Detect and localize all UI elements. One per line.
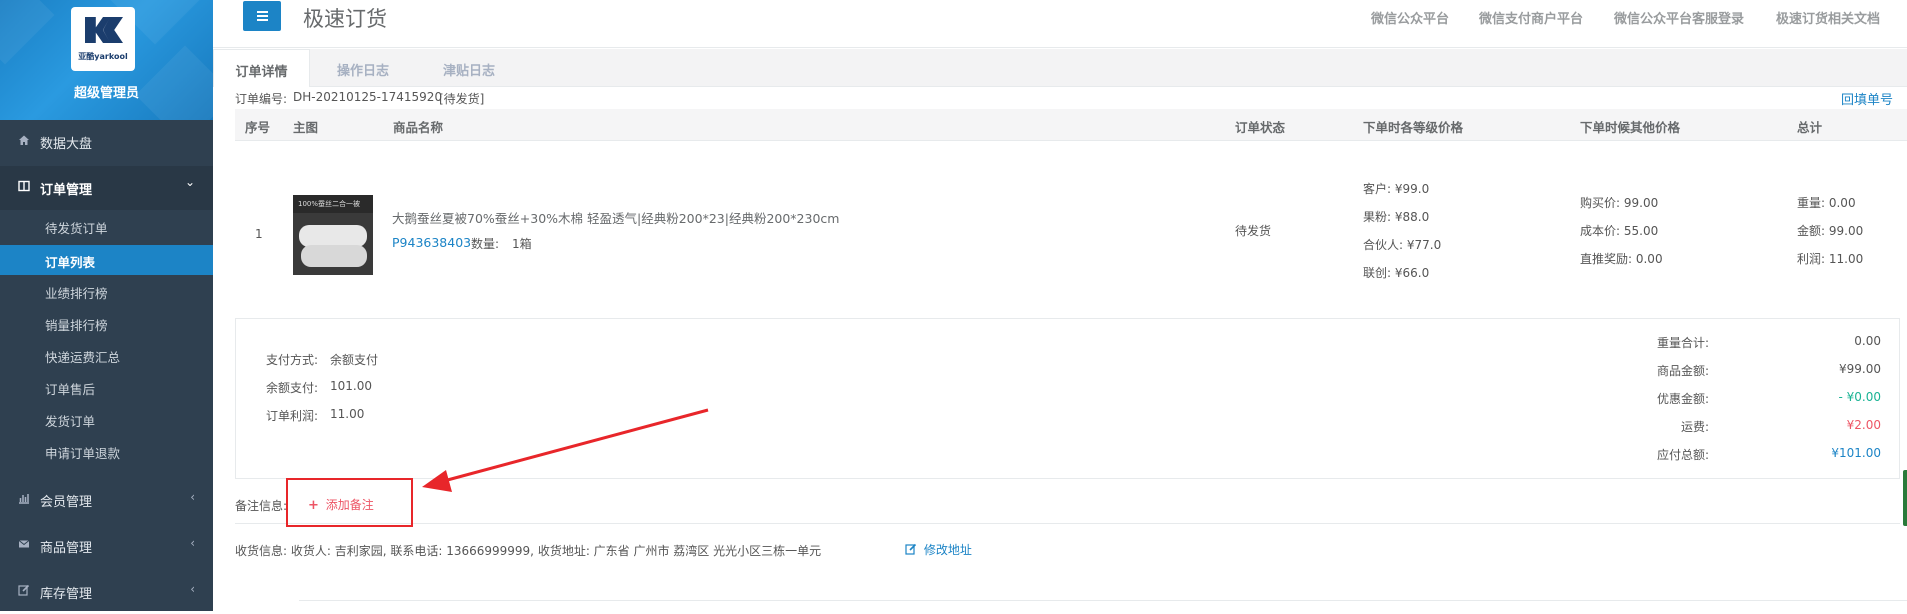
link-wechat-pay-merchant[interactable]: 微信支付商户平台 [1479,8,1583,27]
column-header: 下单时候其他价格 [1580,120,1681,135]
row-total: 利润: 11.00 [1797,252,1864,266]
summary-label: 优惠金额: [1656,392,1709,406]
summary-label: 应付总额: [1656,448,1709,462]
summary-label: 余额支付: [266,381,319,395]
sidebar-item-label: 库存管理 [40,587,93,602]
user-role: 超级管理员 [73,86,139,101]
summary-label: 订单利润: [266,409,319,423]
row-total: 金额: 99.00 [1797,224,1864,238]
tab-allowance-log[interactable]: 津贴日志 [416,49,522,87]
sidebar-item-products[interactable]: 商品管理 ‹ [0,524,213,568]
tab-bar: 订单详情 操作日志 津贴日志 [213,49,1907,87]
order-number: DH-20210125-17415920 [293,90,443,104]
annotation-highlight-box [286,478,413,527]
divider [235,523,1900,524]
divider [299,600,1907,601]
row-order-status: 待发货 [1235,224,1272,238]
sidebar: 亚酷yarkool 超级管理员 数据大盘 订单管理 ⌄ 待发货订单 订单列表 业… [0,0,213,611]
top-navbar: 极速订货 微信公众平台 微信支付商户平台 微信公众平台客服登录 极速订货相关文档 [213,0,1907,48]
quantity-label: 数量: [471,237,500,251]
sidebar-subitem-pending[interactable]: 待发货订单 [0,211,213,241]
sidebar-subitem-order-list[interactable]: 订单列表 [0,245,213,275]
backfill-tracking-link[interactable]: 回填单号 [1841,89,1893,108]
summary-total-payable: ¥101.00 [1831,446,1881,460]
order-number-label: 订单编号: [235,92,288,106]
columns-icon [18,180,30,192]
edit-address-link[interactable]: 修改地址 [905,541,972,558]
brand-logo: 亚酷yarkool [71,7,135,71]
column-header: 序号 [245,120,271,135]
sidebar-item-label: 会员管理 [40,495,93,510]
level-price: 果粉: ¥88.0 [1363,210,1430,224]
product-name: 大鹅蚕丝夏被70%蚕丝+30%木棉 轻盈透气|经典粉200*23|经典粉200*… [392,211,840,226]
summary-label: 重量合计: [1656,336,1709,350]
shipping-info: 收货信息: 收货人: 吉利家园, 联系电话: 13666999999, 收货地址… [235,544,822,558]
link-wechat-customer-service[interactable]: 微信公众平台客服登录 [1614,8,1744,27]
summary-label: 支付方式: [266,353,319,367]
edit-icon [18,584,30,596]
summary-discount: - ¥0.00 [1838,390,1882,404]
bar-chart-icon [19,494,29,504]
sidebar-item-label: 商品管理 [40,541,93,556]
summary-label: 运费: [1680,420,1709,434]
edit-address-label: 修改地址 [923,543,972,557]
product-thumbnail[interactable]: 100%蚕丝二合一被 [293,195,373,275]
summary-label: 商品金额: [1656,364,1709,378]
summary-goods-amount: ¥99.00 [1839,362,1881,376]
remark-label: 备注信息: [235,499,288,513]
summary-weight-value: 0.00 [1854,334,1881,348]
sidebar-subitem-after-sales[interactable]: 订单售后 [0,372,213,402]
table-header: 序号 主图 商品名称 订单状态 下单时各等级价格 下单时候其他价格 总计 [235,109,1907,141]
sidebar-item-orders[interactable]: 订单管理 ⌄ [0,166,213,210]
tab-operation-log[interactable]: 操作日志 [310,49,416,87]
order-detail-panel: 订单编号: DH-20210125-17415920 [待发货] 回填单号 序号… [213,87,1907,611]
row-index: 1 [255,227,263,241]
sidebar-item-label: 数据大盘 [40,137,93,152]
column-header: 下单时各等级价格 [1363,120,1464,135]
tab-order-detail[interactable]: 订单详情 [213,49,310,87]
column-header: 主图 [293,120,319,135]
column-header: 总计 [1797,120,1823,135]
other-price: 购买价: 99.00 [1580,196,1659,210]
sidebar-profile: 亚酷yarkool 超级管理员 [0,0,213,120]
other-price: 直推奖励: 0.00 [1580,252,1663,266]
payment-summary: 支付方式: 余额支付 余额支付: 101.00 订单利润: 11.00 重量合计… [235,318,1900,479]
link-wechat-platform[interactable]: 微信公众平台 [1371,8,1449,27]
order-status-tag: [待发货] [439,92,485,106]
summary-value: 101.00 [330,379,372,393]
sidebar-item-label: 订单管理 [40,183,93,198]
product-sku-link[interactable]: P943638403 [392,235,471,250]
column-header: 商品名称 [393,120,444,135]
envelope-icon [18,540,30,548]
sidebar-item-dashboard[interactable]: 数据大盘 [0,120,213,164]
chevron-left-icon: ‹ [190,490,195,504]
row-total: 重量: 0.00 [1797,196,1856,210]
summary-value: 余额支付 [330,353,379,367]
menu-toggle-button[interactable] [243,1,281,31]
level-price: 联创: ¥66.0 [1363,266,1430,280]
page-title: 极速订货 [303,7,387,31]
sidebar-subitem-sales-rank[interactable]: 销量排行榜 [0,308,213,338]
home-icon [19,135,29,145]
level-price: 客户: ¥99.0 [1363,182,1430,196]
chevron-left-icon: ‹ [190,536,195,550]
link-docs[interactable]: 极速订货相关文档 [1776,8,1880,27]
summary-value: 11.00 [330,407,365,421]
main-content: 订单详情 操作日志 津贴日志 订单编号: DH-20210125-1741592… [213,49,1907,611]
chevron-down-icon: ⌄ [184,175,195,189]
sidebar-subitem-freight-summary[interactable]: 快递运费汇总 [0,340,213,370]
chevron-left-icon: ‹ [190,582,195,596]
side-scroll-handle[interactable] [1903,470,1907,526]
other-price: 成本价: 55.00 [1580,224,1659,238]
quantity-value: 1箱 [512,237,532,251]
sidebar-subitem-shipped[interactable]: 发货订单 [0,404,213,434]
sidebar-item-inventory[interactable]: 库存管理 ‹ [0,570,213,614]
sidebar-subitem-performance-rank[interactable]: 业绩排行榜 [0,276,213,306]
summary-freight: ¥2.00 [1846,418,1881,432]
sidebar-item-members[interactable]: 会员管理 ‹ [0,478,213,522]
level-price: 合伙人: ¥77.0 [1363,238,1442,252]
column-header: 订单状态 [1235,120,1286,135]
edit-icon [905,543,917,555]
sidebar-subitem-refund[interactable]: 申请订单退款 [0,436,213,466]
